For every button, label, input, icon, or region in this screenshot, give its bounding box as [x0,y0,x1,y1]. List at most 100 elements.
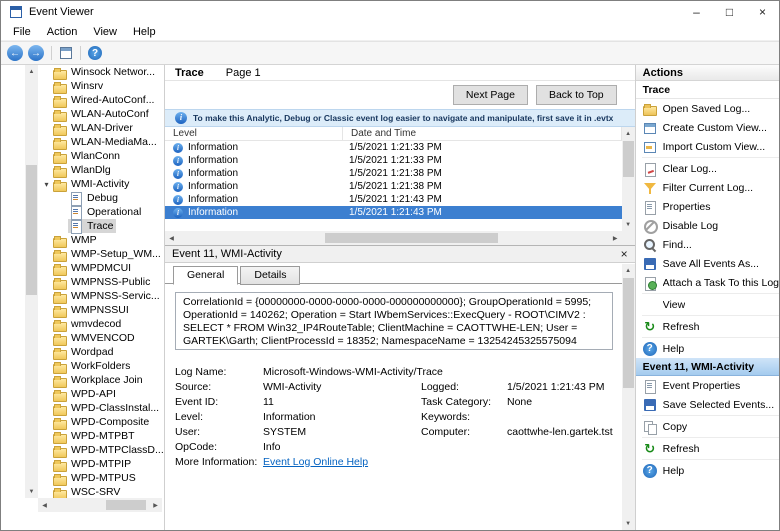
scroll-left-icon[interactable]: ◀ [165,231,178,245]
scroll-up-icon[interactable]: ▲ [622,264,635,277]
collapse-arrow-icon[interactable]: ▾ [41,180,52,189]
action-properties[interactable]: Properties [636,197,780,216]
action-attach-a-task-to-this-log[interactable]: Attach a Task To this Log... [636,273,780,292]
close-event-pane-icon[interactable]: × [621,248,628,260]
forward-icon[interactable]: → [28,45,44,61]
help-icon[interactable]: ? [88,46,102,60]
tree-item-wpd-mtpip[interactable]: WPD-MTPIP [38,457,164,471]
tree-item-wsc-srv[interactable]: WSC-SRV [38,485,164,498]
action-save-selected-events[interactable]: Save Selected Events... [636,395,780,414]
tree-item-wmp[interactable]: WMP [38,233,164,247]
tree-item-wmpnss-public[interactable]: WMPNSS-Public [38,275,164,289]
tree-item-wmp-setup-wm[interactable]: WMP-Setup_WM... [38,247,164,261]
tree-item-winsrv[interactable]: Winsrv [38,79,164,93]
tree-item-wmvencod[interactable]: WMVENCOD [38,331,164,345]
back-to-top-button[interactable]: Back to Top [536,85,617,105]
action-create-custom-view[interactable]: Create Custom View... [636,118,780,137]
tree-item-inner: WPD-MTPClassD... [52,443,164,457]
tree-item-wpd-mtpclassd[interactable]: WPD-MTPClassD... [38,443,164,457]
menu-view[interactable]: View [85,24,125,40]
tree-item-winsock-networ[interactable]: Winsock Networ... [38,65,164,79]
event-row[interactable]: Information1/5/2021 1:21:33 PM [165,141,622,154]
minimize-button[interactable]: – [680,1,713,23]
scroll-down-icon[interactable]: ▼ [622,218,635,231]
scrollbar-thumb[interactable] [623,141,634,177]
back-icon[interactable]: ← [7,45,23,61]
next-page-button[interactable]: Next Page [453,85,528,105]
maximize-button[interactable]: □ [713,1,746,23]
scroll-right-icon[interactable]: ▶ [149,498,162,512]
action-refresh[interactable]: ↻Refresh [636,317,780,336]
event-log-online-help-link[interactable]: Event Log Online Help [263,456,613,468]
action-find[interactable]: Find... [636,235,780,254]
tree-item-wpd-mtpus[interactable]: WPD-MTPUS [38,471,164,485]
detail-vertical-scrollbar[interactable]: ▲ ▼ [622,264,635,530]
action-disable-log[interactable]: Disable Log [636,216,780,235]
tree-item-workfolders[interactable]: WorkFolders [38,359,164,373]
event-row[interactable]: Information1/5/2021 1:21:38 PM [165,167,622,180]
action-import-custom-view[interactable]: Import Custom View... [636,137,780,156]
column-header-date-and-time[interactable]: Date and Time [343,127,622,140]
tree-item-wlan-mediama[interactable]: WLAN-MediaMa... [38,135,164,149]
tree-item-wlandlg[interactable]: WlanDlg [38,163,164,177]
scroll-right-icon[interactable]: ▶ [609,231,622,245]
close-button[interactable]: × [746,1,779,23]
scroll-up-icon[interactable]: ▲ [622,127,635,140]
actions-section-trace[interactable]: Trace [636,81,780,99]
tree-item-wlanconn[interactable]: WlanConn [38,149,164,163]
action-clear-log[interactable]: Clear Log... [636,159,780,178]
scrollbar-thumb[interactable] [325,233,499,243]
column-header-level[interactable]: Level [165,127,343,140]
tree-item-wlan-autoconf[interactable]: WLAN-AutoConf [38,107,164,121]
scrollbar-thumb[interactable] [623,278,634,388]
actions-section-event-11-wmi-activity[interactable]: Event 11, WMI-Activity [636,358,780,376]
table-vertical-scrollbar[interactable]: ▲ ▼ [622,127,635,231]
scrollbar-thumb[interactable] [106,500,146,510]
action-event-properties[interactable]: Event Properties [636,376,780,395]
tree-item-wpd-composite[interactable]: WPD-Composite [38,415,164,429]
tree-item-debug[interactable]: Debug [38,191,164,205]
scroll-up-icon[interactable]: ▲ [25,65,38,78]
tree-item-wmpnss-servic[interactable]: WMPNSS-Servic... [38,289,164,303]
tree-item-wmpnssui[interactable]: WMPNSSUI [38,303,164,317]
tree-item-wpd-mtpbt[interactable]: WPD-MTPBT [38,429,164,443]
tree-item-wlan-driver[interactable]: WLAN-Driver [38,121,164,135]
tree-item-wmpdmcui[interactable]: WMPDMCUI [38,261,164,275]
action-view[interactable]: View▸ [636,295,780,314]
menu-file[interactable]: File [5,24,39,40]
scroll-left-icon[interactable]: ◀ [38,498,51,512]
tree-horizontal-scrollbar[interactable]: ◀ ▶ [38,498,162,512]
event-row[interactable]: Information1/5/2021 1:21:43 PM [165,193,622,206]
folder-icon [53,66,67,79]
action-open-saved-log[interactable]: Open Saved Log... [636,99,780,118]
menu-help[interactable]: Help [125,24,164,40]
tree-item-wpd-classinstal[interactable]: WPD-ClassInstal... [38,401,164,415]
scroll-down-icon[interactable]: ▼ [25,485,38,498]
tree-item-wired-autoconf[interactable]: Wired-AutoConf... [38,93,164,107]
tree-item-wordpad[interactable]: Wordpad [38,345,164,359]
folder-icon [53,290,67,303]
tree-vertical-scrollbar[interactable]: ▲ ▼ [25,65,38,498]
table-horizontal-scrollbar[interactable]: ◀ ▶ [165,231,622,245]
tab-details[interactable]: Details [240,266,300,285]
action-save-all-events-as[interactable]: Save All Events As... [636,254,780,273]
tree-item-operational[interactable]: Operational [38,205,164,219]
action-refresh[interactable]: ↻Refresh [636,439,780,458]
scroll-down-icon[interactable]: ▼ [622,517,635,530]
menu-action[interactable]: Action [39,24,86,40]
action-copy[interactable]: Copy▸ [636,417,780,436]
action-help[interactable]: ?Help▸ [636,461,780,480]
event-row[interactable]: Information1/5/2021 1:21:43 PM [165,206,622,219]
tab-general[interactable]: General [173,266,238,285]
event-row[interactable]: Information1/5/2021 1:21:38 PM [165,180,622,193]
tree-item-wmvdecod[interactable]: wmvdecod [38,317,164,331]
event-row[interactable]: Information1/5/2021 1:21:33 PM [165,154,622,167]
tree-item-workplace-join[interactable]: Workplace Join [38,373,164,387]
tree-item-wmi-activity[interactable]: ▾WMI-Activity [38,177,164,191]
scrollbar-thumb[interactable] [26,165,37,295]
action-filter-current-log[interactable]: Filter Current Log... [636,178,780,197]
tree-item-wpd-api[interactable]: WPD-API [38,387,164,401]
tree-item-trace[interactable]: Trace [38,219,164,233]
action-help[interactable]: ?Help▸ [636,339,780,358]
console-window-icon[interactable] [59,46,73,60]
